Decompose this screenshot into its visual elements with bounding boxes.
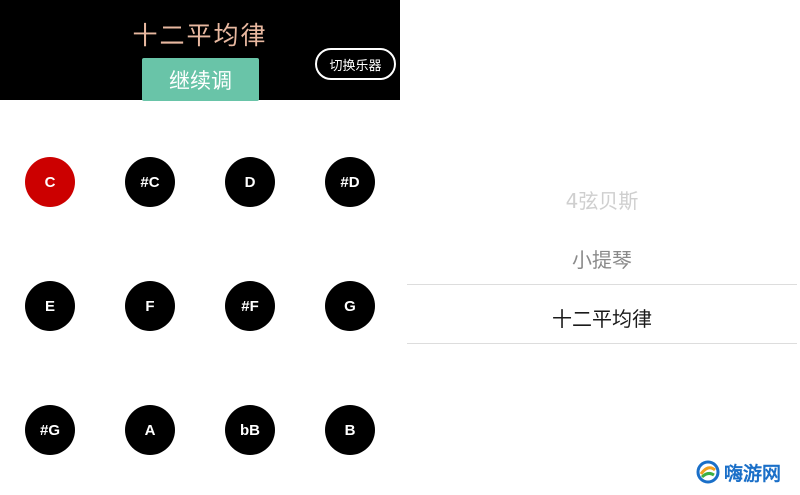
instrument-picker[interactable]: 4弦贝斯 小提琴 十二平均律 [407,165,797,345]
note-e[interactable]: E [25,281,75,331]
note-c-sharp[interactable]: #C [125,157,175,207]
note-c[interactable]: C [25,157,75,207]
picker-item-violin[interactable]: 小提琴 [407,244,797,273]
watermark-logo-icon [696,460,720,484]
header-bar: 十二平均律 继续调 切换乐器 [0,0,400,101]
picker-divider-top [407,284,797,285]
note-d[interactable]: D [225,157,275,207]
note-d-sharp[interactable]: #D [325,157,375,207]
watermark: 嗨游网 [696,457,796,487]
note-b[interactable]: B [325,405,375,455]
picker-divider-bottom [407,343,797,344]
note-f[interactable]: F [125,281,175,331]
note-grid: C #C D #D E F #F G #G A bB B [0,157,400,457]
picker-item-selected[interactable]: 十二平均律 [407,303,797,332]
note-b-flat[interactable]: bB [225,405,275,455]
note-a[interactable]: A [125,405,175,455]
tuner-panel: 十二平均律 继续调 切换乐器 C #C D #D E F #F G #G A b… [0,0,400,495]
watermark-text: 嗨游网 [724,462,782,485]
tuning-title: 十二平均律 [132,21,268,50]
continue-tuning-button[interactable]: 继续调 [142,58,259,101]
picker-item-bass[interactable]: 4弦贝斯 [407,185,797,214]
note-f-sharp[interactable]: #F [225,281,275,331]
switch-instrument-button[interactable]: 切换乐器 [315,48,396,80]
note-g-sharp[interactable]: #G [25,405,75,455]
note-g[interactable]: G [325,281,375,331]
